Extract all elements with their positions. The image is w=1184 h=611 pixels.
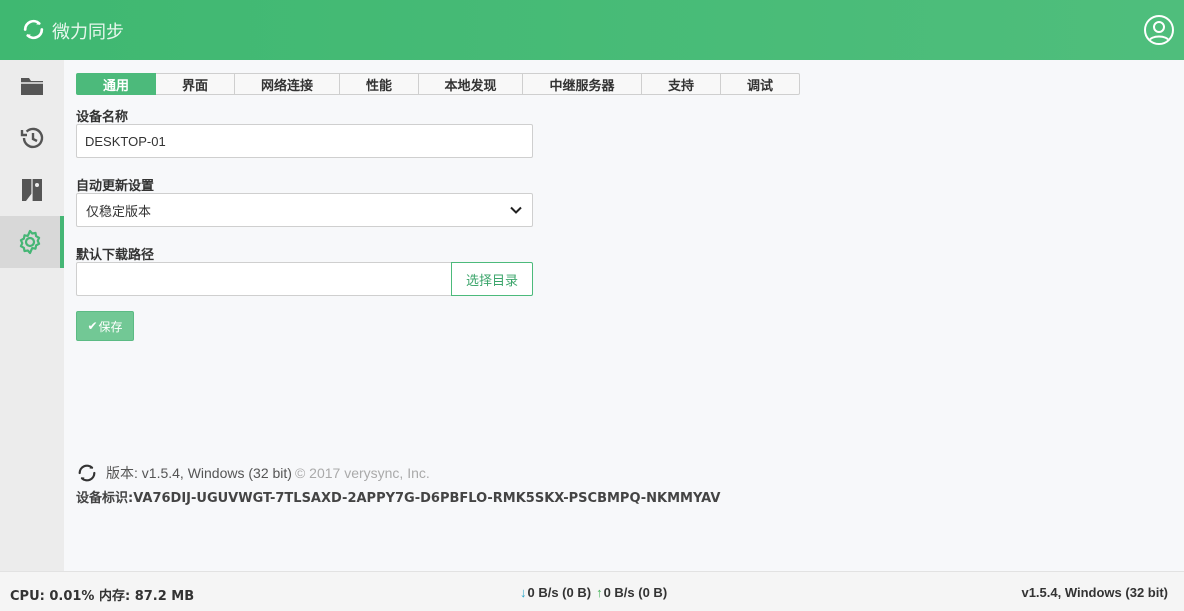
copyright-text: © 2017 verysync, Inc. — [294, 465, 430, 481]
auto-update-label: 自动更新设置 — [76, 179, 155, 194]
auto-update-value: 仅稳定版本 — [86, 204, 152, 220]
version-text: 版本: v1.5.4, Windows (32 bit) — [106, 465, 292, 481]
sync-icon — [78, 464, 96, 482]
folder-icon — [21, 78, 43, 95]
sidebar-item-devices[interactable] — [0, 164, 64, 216]
tab-network[interactable]: 网络连接 — [235, 73, 340, 95]
device-icon — [22, 179, 42, 201]
sidebar-item-settings[interactable] — [0, 216, 64, 268]
download-rate: 0 B/s (0 B) — [527, 585, 592, 600]
device-id: 设备标识:VA76DIJ-UGUVWGT-7TLSAXD-2APPY7G-D6P… — [76, 491, 721, 506]
sidebar-item-history[interactable] — [0, 112, 64, 164]
footer-version: v1.5.4, Windows (32 bit) — [1021, 585, 1168, 600]
device-name-field[interactable] — [76, 124, 533, 158]
status-bar: CPU: 0.01% 内存: 87.2 MB ↓ 0 B/s (0 B) ↑ 0… — [0, 571, 1184, 611]
history-icon — [20, 127, 44, 149]
gear-icon — [19, 229, 41, 255]
tab-local-discovery[interactable]: 本地发现 — [419, 73, 523, 95]
settings-panel: 通用 界面 网络连接 性能 本地发现 中继服务器 支持 调试 设备名称 自动更新… — [64, 60, 1184, 571]
tab-debug[interactable]: 调试 — [721, 73, 800, 95]
app-header: 微力同步 — [0, 0, 1184, 60]
tab-performance[interactable]: 性能 — [340, 73, 419, 95]
check-icon: ✔ — [87, 319, 98, 333]
download-path-field[interactable] — [76, 262, 452, 296]
choose-directory-button[interactable]: 选择目录 — [451, 262, 533, 296]
app-title: 微力同步 — [52, 22, 124, 43]
upload-rate: 0 B/s (0 B) — [603, 585, 668, 600]
tab-general[interactable]: 通用 — [76, 73, 156, 95]
arrow-up-icon: ↑ — [596, 585, 603, 600]
sidebar — [0, 60, 64, 571]
sidebar-item-folders[interactable] — [0, 60, 64, 112]
save-button-label: 保存 — [98, 319, 123, 334]
user-avatar-icon[interactable] — [1144, 15, 1174, 45]
transfer-rate: ↓ 0 B/s (0 B) ↑ 0 B/s (0 B) — [520, 585, 667, 600]
tab-support[interactable]: 支持 — [642, 73, 721, 95]
tab-relay-server[interactable]: 中继服务器 — [523, 73, 642, 95]
download-path-label: 默认下载路径 — [76, 248, 155, 263]
device-name-label: 设备名称 — [76, 110, 129, 125]
chevron-down-icon — [510, 206, 522, 214]
save-button[interactable]: ✔ 保存 — [76, 311, 134, 341]
tab-interface[interactable]: 界面 — [156, 73, 235, 95]
cpu-memory-status: CPU: 0.01% 内存: 87.2 MB — [10, 589, 195, 604]
auto-update-select[interactable]: 仅稳定版本 — [76, 193, 533, 227]
version-info: 版本: v1.5.4, Windows (32 bit) © 2017 very… — [76, 462, 430, 484]
sync-logo-icon — [23, 19, 44, 40]
arrow-down-icon: ↓ — [520, 585, 527, 600]
settings-tabs: 通用 界面 网络连接 性能 本地发现 中继服务器 支持 调试 — [76, 73, 800, 95]
